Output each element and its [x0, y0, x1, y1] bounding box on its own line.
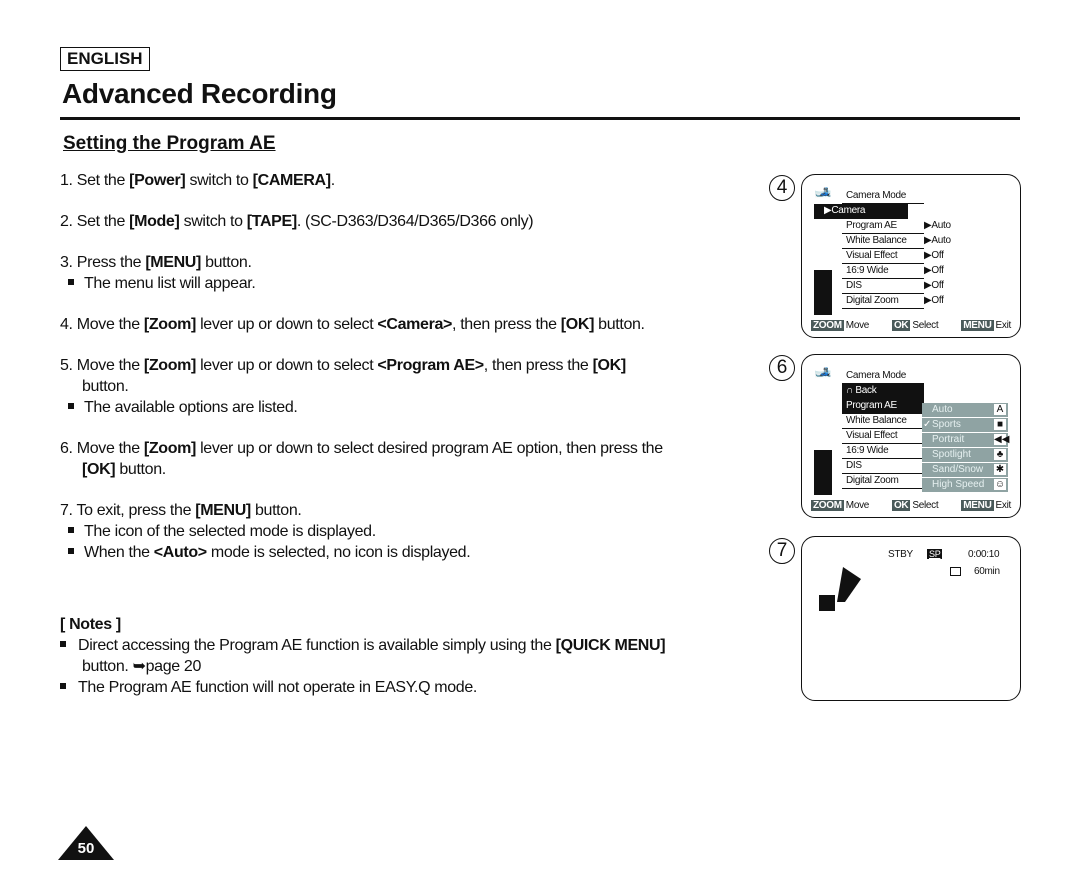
option-auto[interactable]: Auto A	[922, 403, 1008, 418]
portrait-icon: ◀◀	[994, 434, 1010, 445]
step-marker-7: 7	[769, 538, 795, 564]
step-6: 6. Move the [Zoom] lever up or down to s…	[60, 440, 663, 478]
bullet: The available options are listed.	[60, 397, 780, 418]
menu-item[interactable]: Digital Zoom	[842, 474, 924, 489]
camera-screen-4: 🎿 Camera Mode ▶Camera Program AE White B…	[801, 174, 1021, 338]
menu-item-camera[interactable]: ▶Camera	[814, 204, 908, 219]
notes-heading: [ Notes ]	[60, 616, 121, 633]
skier-icon: 🎿	[814, 363, 832, 379]
step-1: 1. Set the [Power] switch to [CAMERA].	[60, 172, 335, 189]
step-7: 7. To exit, press the [MENU] button. The…	[60, 500, 780, 563]
check-icon: ✓	[923, 419, 932, 430]
option-portrait[interactable]: Portrait ◀◀	[922, 433, 1010, 448]
high-speed-icon: ☺	[994, 479, 1006, 490]
menu-back[interactable]: ∩ Back	[842, 384, 924, 399]
menu-sidebar	[814, 450, 832, 495]
sports-icon: ■	[994, 419, 1006, 430]
program-ae-options: Auto A ✓ Sports ■ Portrait ◀◀ Spotlight ♣ San…	[922, 403, 1010, 493]
steps-list: 1. Set the [Power] switch to [CAMERA]. 2…	[60, 170, 780, 583]
step-marker-4: 4	[769, 175, 795, 201]
remaining-time: 60min	[974, 566, 1000, 577]
step-2: 2. Set the [Mode] switch to [TAPE]. (SC-…	[60, 213, 534, 230]
menu-item[interactable]: DIS	[842, 279, 924, 294]
menu-item[interactable]: Program AE	[842, 219, 924, 234]
menu-footer: ZOOM Move OK Select MENU Exit	[811, 500, 1011, 511]
menu-item[interactable]: Digital Zoom	[842, 294, 924, 309]
menu-item[interactable]: Visual Effect	[842, 249, 924, 264]
language-label: ENGLISH	[60, 47, 150, 71]
option-sand-snow[interactable]: Sand/Snow ✱	[922, 463, 1008, 478]
menu-item[interactable]: Visual Effect	[842, 429, 924, 444]
page-title: Advanced Recording	[62, 78, 337, 109]
note-item: Direct accessing the Program AE function…	[60, 635, 780, 677]
notes-section: [ Notes ] Direct accessing the Program A…	[60, 614, 780, 698]
option-spotlight[interactable]: Spotlight ♣	[922, 448, 1008, 463]
sp-badge: SP	[927, 549, 943, 559]
menu-title: Camera Mode	[842, 369, 924, 384]
tape-icon	[950, 567, 961, 576]
step-marker-6: 6	[769, 355, 795, 381]
skier-icon: 🎿	[814, 183, 832, 199]
sand-snow-icon: ✱	[994, 464, 1006, 475]
step-4: 4. Move the [Zoom] lever up or down to s…	[60, 316, 645, 333]
camera-screen-6: 🎿 Camera Mode ∩ Back Program AE White Ba…	[801, 354, 1021, 518]
camera-screen-7: STBY SP 0:00:10 60min	[801, 536, 1021, 701]
menu-footer: ZOOM Move OK Select MENU Exit	[811, 320, 1011, 331]
bullet: The icon of the selected mode is display…	[60, 521, 780, 542]
bullet: When the <Auto> mode is selected, no ico…	[60, 542, 780, 563]
step-3: 3. Press the [MENU] button. The menu lis…	[60, 252, 780, 294]
time-counter: 0:00:10	[968, 549, 1000, 560]
sports-mode-icon	[819, 567, 861, 611]
title-divider	[60, 117, 1020, 120]
menu-item[interactable]: 16:9 Wide	[842, 264, 924, 279]
menu-sidebar	[814, 270, 832, 315]
note-item: The Program AE function will not operate…	[60, 677, 780, 698]
standby-status: STBY	[888, 549, 913, 560]
section-title: Setting the Program AE	[63, 133, 276, 154]
menu-item[interactable]: 16:9 Wide	[842, 444, 924, 459]
auto-icon: A	[994, 404, 1006, 415]
menu-item-program-ae[interactable]: Program AE	[842, 399, 924, 414]
menu-title: Camera Mode	[842, 189, 924, 204]
spotlight-icon: ♣	[994, 449, 1006, 460]
step-5: 5. Move the [Zoom] lever up or down to s…	[60, 355, 780, 418]
page-number: 50	[77, 840, 95, 857]
option-sports[interactable]: ✓ Sports ■	[922, 418, 1008, 433]
menu-item[interactable]: DIS	[842, 459, 924, 474]
option-high-speed[interactable]: High Speed ☺	[922, 478, 1008, 493]
bullet: The menu list will appear.	[60, 273, 780, 294]
menu-item[interactable]: White Balance	[842, 234, 924, 249]
menu-item[interactable]: White Balance	[842, 414, 924, 429]
